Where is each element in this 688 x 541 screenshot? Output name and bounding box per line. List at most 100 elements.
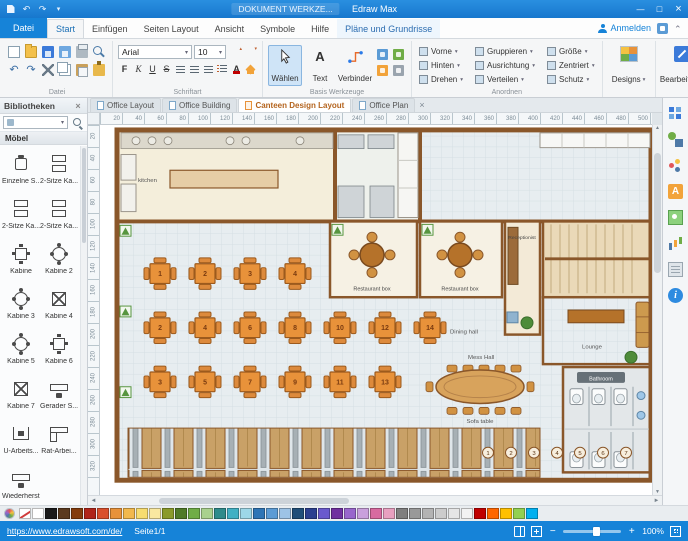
vertical-scrollbar[interactable]: ▲ ▼ bbox=[652, 125, 662, 495]
signin-button[interactable]: Anmelden bbox=[598, 23, 651, 33]
edit-button[interactable]: Bearbeiten bbox=[661, 44, 688, 86]
sink[interactable] bbox=[637, 411, 645, 419]
color-swatch[interactable] bbox=[513, 508, 525, 519]
zoom-slider[interactable] bbox=[563, 530, 621, 533]
kitchen-equipment[interactable] bbox=[370, 186, 394, 217]
qat-dropdown-icon[interactable] bbox=[52, 3, 65, 16]
library-item[interactable]: Kabine bbox=[2, 237, 40, 281]
redo-ribbon-icon[interactable] bbox=[25, 64, 37, 76]
doc-tab-canteen-design-layout[interactable]: Canteen Design Layout bbox=[238, 98, 351, 112]
plant-box[interactable] bbox=[422, 224, 433, 235]
select-tool-button[interactable]: Wählen bbox=[268, 45, 302, 86]
tab-einfuegen[interactable]: Einfügen bbox=[84, 19, 136, 38]
color-swatch[interactable] bbox=[409, 508, 421, 519]
color-swatch[interactable] bbox=[84, 508, 96, 519]
color-swatch[interactable] bbox=[448, 508, 460, 519]
color-swatch[interactable] bbox=[370, 508, 382, 519]
color-swatch[interactable] bbox=[422, 508, 434, 519]
underline-button[interactable]: U bbox=[146, 62, 159, 75]
fit-page-icon[interactable] bbox=[670, 526, 681, 537]
color-swatch[interactable] bbox=[279, 508, 291, 519]
arrange-ausrichtung-button[interactable]: Ausrichtung bbox=[473, 59, 537, 72]
canvas[interactable]: kitchen Restaurant box Restaurant box Re… bbox=[100, 125, 652, 495]
collapse-ribbon-icon[interactable] bbox=[674, 24, 683, 33]
color-swatch[interactable] bbox=[240, 508, 252, 519]
tab-hilfe[interactable]: Hilfe bbox=[303, 19, 337, 38]
lounge-table[interactable] bbox=[568, 310, 624, 323]
tab-plaene-und-grundrisse[interactable]: Pläne und Grundrisse bbox=[337, 19, 440, 38]
fridge[interactable] bbox=[121, 184, 136, 212]
library-item[interactable]: Einzelne S... bbox=[2, 147, 40, 191]
strikethrough-button[interactable]: S bbox=[160, 62, 173, 75]
feedback-icon[interactable] bbox=[657, 23, 668, 34]
zoom-slider-thumb[interactable] bbox=[593, 527, 600, 536]
toilet[interactable] bbox=[592, 389, 605, 405]
clipart-dock-button[interactable] bbox=[667, 208, 685, 226]
color-swatch[interactable] bbox=[227, 508, 239, 519]
library-item[interactable]: Kabine 4 bbox=[40, 282, 78, 326]
scroll-up-icon[interactable]: ▲ bbox=[653, 125, 662, 131]
libraries-dock-button[interactable] bbox=[667, 104, 685, 122]
close-document-icon[interactable] bbox=[419, 100, 424, 110]
color-swatch[interactable] bbox=[474, 508, 486, 519]
page-view-icon[interactable] bbox=[514, 526, 525, 537]
shapes-dock-button[interactable] bbox=[667, 130, 685, 148]
tab-seiten-layout[interactable]: Seiten Layout bbox=[136, 19, 207, 38]
fill-tool-icon[interactable] bbox=[377, 65, 388, 76]
shrink-font-button[interactable] bbox=[243, 46, 256, 59]
library-item[interactable]: U-Arbeits... bbox=[2, 417, 40, 461]
library-item[interactable]: Rat-Arbei... bbox=[40, 417, 78, 461]
color-swatch[interactable] bbox=[357, 508, 369, 519]
theme-dock-button[interactable] bbox=[667, 156, 685, 174]
designs-button[interactable]: Designs bbox=[608, 44, 650, 86]
color-swatch[interactable] bbox=[188, 508, 200, 519]
copy-icon[interactable] bbox=[59, 64, 71, 76]
toilet[interactable] bbox=[570, 389, 583, 405]
library-section-header[interactable]: Möbel bbox=[0, 132, 87, 145]
align-left-icon[interactable] bbox=[174, 63, 187, 75]
close-panel-icon[interactable] bbox=[73, 101, 83, 111]
scroll-down-icon[interactable]: ▼ bbox=[653, 489, 662, 495]
pen-tool-icon[interactable] bbox=[377, 49, 388, 60]
close-button[interactable] bbox=[669, 2, 688, 17]
grow-font-button[interactable] bbox=[228, 46, 241, 59]
eraser-tool-icon[interactable] bbox=[393, 65, 404, 76]
scroll-right-icon[interactable] bbox=[651, 498, 662, 504]
arrange-gruppieren-button[interactable]: Gruppieren bbox=[473, 45, 537, 58]
highlight-pen-icon[interactable] bbox=[244, 63, 257, 75]
color-swatch[interactable] bbox=[58, 508, 70, 519]
kitchen-equipment[interactable] bbox=[338, 186, 364, 217]
color-swatch[interactable] bbox=[305, 508, 317, 519]
library-dropdown[interactable] bbox=[3, 116, 68, 129]
color-swatch[interactable] bbox=[331, 508, 343, 519]
color-swatch[interactable] bbox=[136, 508, 148, 519]
print-icon[interactable] bbox=[76, 46, 88, 58]
plant-box[interactable] bbox=[120, 387, 131, 398]
plant-box[interactable] bbox=[120, 306, 131, 317]
align-right-icon[interactable] bbox=[202, 63, 215, 75]
color-swatch[interactable] bbox=[123, 508, 135, 519]
undo-ribbon-icon[interactable] bbox=[8, 64, 20, 76]
library-item[interactable]: 2-Sitze Ka... bbox=[40, 192, 78, 236]
library-scrollbar-thumb[interactable] bbox=[82, 148, 86, 243]
vertical-scrollbar-thumb[interactable] bbox=[654, 153, 661, 273]
styles-dock-button[interactable] bbox=[667, 182, 685, 200]
serving-counter[interactable] bbox=[368, 135, 394, 149]
new-document-icon[interactable] bbox=[8, 46, 20, 58]
library-item[interactable]: 2-Sitze Ka... bbox=[40, 147, 78, 191]
grid-view-icon[interactable] bbox=[531, 526, 542, 537]
doc-tab-office-layout[interactable]: Office Layout bbox=[90, 98, 161, 112]
zoom-out-button[interactable] bbox=[548, 526, 557, 537]
color-swatch[interactable] bbox=[162, 508, 174, 519]
library-item[interactable]: Kabine 3 bbox=[2, 282, 40, 326]
color-swatch[interactable] bbox=[396, 508, 408, 519]
format-painter-icon[interactable] bbox=[93, 64, 105, 76]
scroll-left-icon[interactable] bbox=[88, 498, 99, 504]
library-item[interactable]: Kabine 5 bbox=[2, 327, 40, 371]
arrange-schutz-button[interactable]: Schutz bbox=[545, 73, 597, 86]
color-swatch[interactable] bbox=[500, 508, 512, 519]
color-swatch[interactable] bbox=[149, 508, 161, 519]
reception-chair[interactable] bbox=[507, 312, 518, 323]
zoom-in-button[interactable] bbox=[627, 526, 636, 537]
library-item[interactable]: Kabine 6 bbox=[40, 327, 78, 371]
